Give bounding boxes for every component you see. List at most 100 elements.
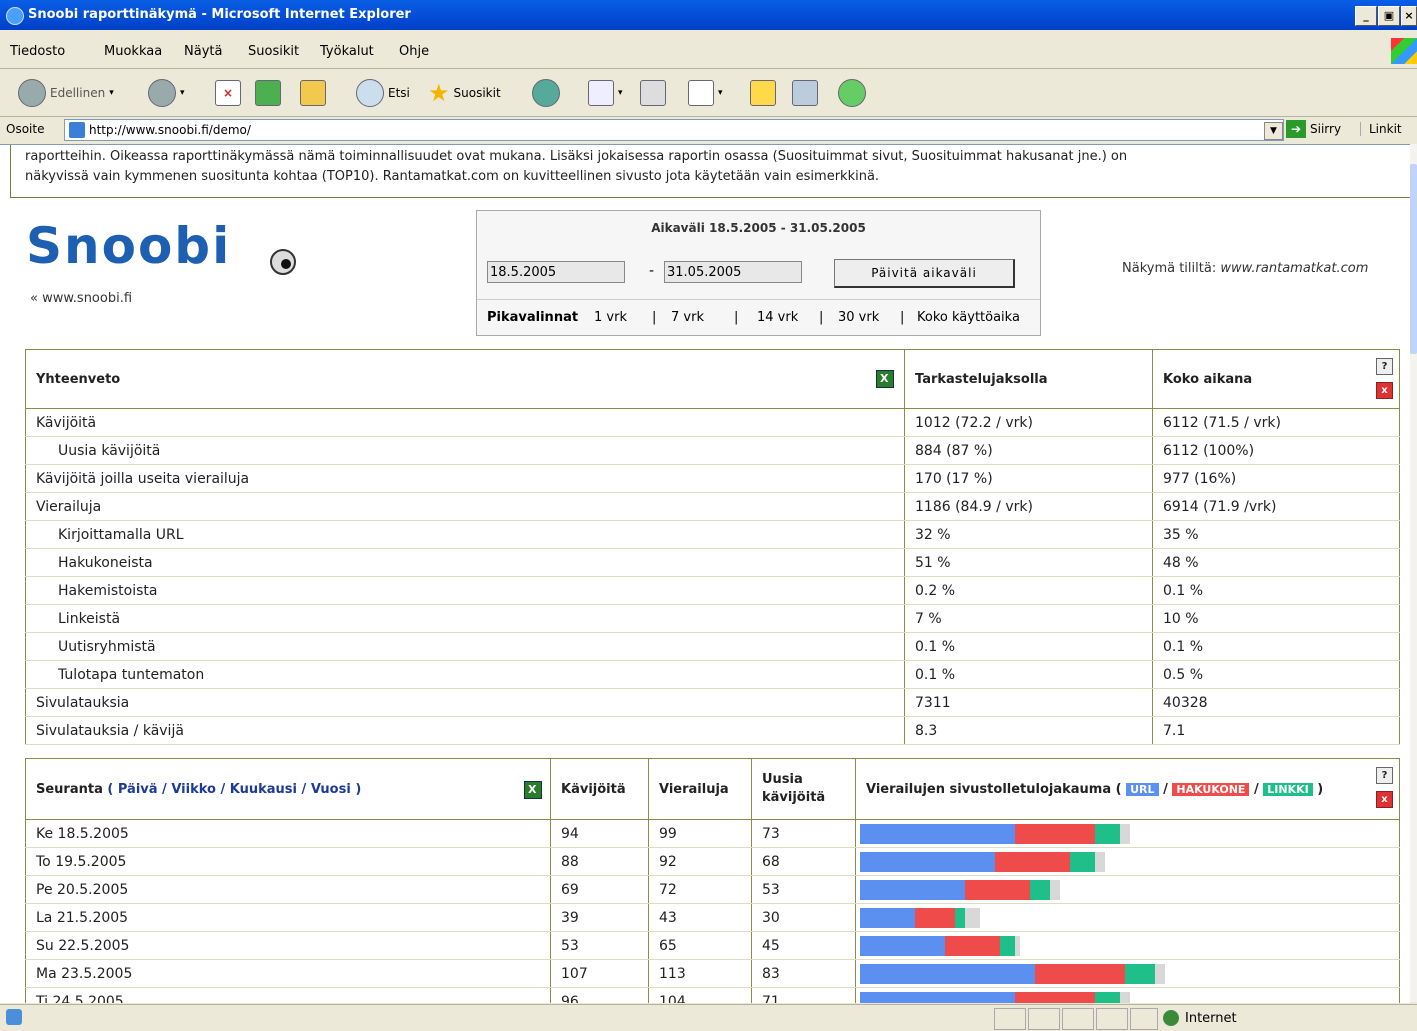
links-button[interactable]: Linkit [1360, 122, 1402, 136]
summary-row: Uusia kävijöitä 884 (87 %) 6112 (100%) [25, 436, 1400, 465]
print-button[interactable] [640, 78, 666, 108]
summary-label: Kirjoittamalla URL [25, 520, 905, 549]
end-date-input[interactable]: 31.05.2005 [664, 261, 802, 283]
menu-bar: Tiedosto Muokkaa Näytä Suosikit Työkalut… [0, 34, 1417, 69]
summary-alltime-value: 7.1 [1152, 716, 1400, 745]
legend-link: LINKKI [1263, 782, 1313, 796]
summary-period-value: 0.1 % [904, 632, 1153, 661]
bar-segment-search [915, 907, 955, 928]
minimize-button[interactable]: _ [1355, 6, 1377, 26]
quick-alltime[interactable]: Koko käyttöaika [917, 310, 1020, 325]
quick-14days[interactable]: 14 vrk [757, 310, 798, 325]
excel-export-icon[interactable] [524, 781, 542, 799]
bar-segment-url [860, 823, 1015, 844]
tracking-visitors-cell: 53 [550, 931, 649, 960]
period-header: Tarkastelujaksolla [904, 349, 1153, 409]
forward-button[interactable]: ▾ [148, 78, 185, 108]
bar-segment-link [1030, 879, 1050, 900]
stop-icon: × [215, 80, 241, 106]
table-row: To 19.5.2005 88 92 68 [25, 847, 1400, 876]
forward-arrow-icon [148, 79, 176, 107]
messenger-button[interactable] [838, 78, 866, 108]
distribution-bar [860, 907, 1399, 928]
help-icon[interactable]: ? [1376, 358, 1393, 375]
summary-row: Hakemistoista 0.2 % 0.1 % [25, 576, 1400, 605]
scrollbar-thumb[interactable] [1410, 164, 1417, 354]
favorites-button[interactable]: ★ Suosikit [428, 78, 501, 108]
date-range-box: Aikaväli 18.5.2005 - 31.05.2005 18.5.200… [476, 210, 1041, 336]
address-input[interactable]: http://www.snoobi.fi/demo/ ▼ [64, 119, 1284, 141]
nav-week[interactable]: Viikko [171, 782, 216, 797]
bar-segment-link [1070, 851, 1095, 872]
notes-button[interactable] [750, 78, 776, 108]
start-date-input[interactable]: 18.5.2005 [487, 261, 625, 283]
star-icon: ★ [428, 79, 450, 107]
quick-30days[interactable]: 30 vrk [838, 310, 879, 325]
home-button[interactable] [300, 78, 326, 108]
summary-row: Tulotapa tuntematon 0.1 % 0.5 % [25, 660, 1400, 689]
tracking-visitors-cell: 96 [550, 987, 649, 1003]
edit-button[interactable]: ▾ [688, 78, 723, 108]
vertical-scrollbar[interactable] [1410, 144, 1417, 1002]
update-range-button[interactable]: Päivitä aikaväli [834, 259, 1015, 288]
tracking-new-cell: 53 [751, 875, 856, 904]
tracking-header: Seuranta ( Päivä / Viikko / Kuukausi / V… [25, 758, 551, 820]
close-icon[interactable]: x [1376, 791, 1393, 808]
table-row: Ti 24.5.2005 96 104 71 [25, 987, 1400, 1003]
nav-year[interactable]: Vuosi [311, 782, 351, 797]
tracking-visits-cell: 92 [648, 847, 752, 876]
tracking-date-cell: Ma 23.5.2005 [25, 959, 551, 988]
maximize-button[interactable]: ▣ [1378, 6, 1400, 26]
menu-favorites[interactable]: Suosikit [248, 44, 299, 59]
bar-segment-other [965, 907, 980, 928]
menu-help[interactable]: Ohje [399, 44, 429, 59]
bar-segment-link [1095, 991, 1120, 1003]
menu-file[interactable]: Tiedosto [10, 44, 65, 59]
menu-view[interactable]: Näytä [184, 44, 222, 59]
close-icon[interactable]: x [1376, 382, 1393, 399]
bar-segment-url [860, 851, 995, 872]
distribution-cell [855, 903, 1400, 932]
distribution-bar [860, 935, 1399, 956]
summary-period-value: 7311 [904, 688, 1153, 717]
mail-button[interactable]: ▾ [588, 78, 623, 108]
window-title: Snoobi raporttinäkymä - Microsoft Intern… [28, 7, 411, 22]
go-button[interactable]: ➔ Siirry [1286, 120, 1341, 138]
excel-export-icon[interactable] [876, 370, 894, 388]
chevron-down-icon: ▾ [718, 88, 723, 98]
history-button[interactable] [532, 78, 560, 108]
tracking-new-cell: 73 [751, 819, 856, 848]
menu-edit[interactable]: Muokkaa [104, 44, 162, 59]
address-dropdown-button[interactable]: ▼ [1264, 122, 1283, 140]
summary-period-value: 884 (87 %) [904, 436, 1153, 465]
new-visitors-header: Uusia kävijöitä [751, 758, 856, 820]
research-icon [792, 80, 818, 106]
nav-day[interactable]: Päivä [118, 782, 158, 797]
tracking-visits-cell: 99 [648, 819, 752, 848]
refresh-button[interactable] [255, 78, 281, 108]
bar-segment-link [1125, 963, 1155, 984]
quick-1day[interactable]: 1 vrk [594, 310, 627, 325]
print-icon [640, 80, 666, 106]
tracking-visits-cell: 113 [648, 959, 752, 988]
distribution-cell [855, 875, 1400, 904]
search-button[interactable]: Etsi [356, 78, 410, 108]
security-zone: Internet [1163, 1010, 1237, 1026]
help-icon[interactable]: ? [1376, 767, 1393, 784]
tracking-date-cell: Ti 24.5.2005 [25, 987, 551, 1003]
quick-7days[interactable]: 7 vrk [671, 310, 704, 325]
nav-month[interactable]: Kuukausi [230, 782, 297, 797]
close-button[interactable]: × [1401, 6, 1417, 26]
menu-tools[interactable]: Työkalut [320, 44, 374, 59]
stop-button[interactable]: × [215, 78, 241, 108]
home-link[interactable]: « www.snoobi.fi [30, 291, 132, 306]
research-button[interactable] [792, 78, 818, 108]
tracking-new-cell: 71 [751, 987, 856, 1003]
summary-label: Kävijöitä [25, 408, 905, 437]
back-button[interactable]: Edellinen ▾ [18, 78, 114, 108]
bar-segment-link [1000, 935, 1015, 956]
distribution-header: Vierailujen sivustolletulojakauma ( URL … [855, 758, 1400, 820]
tracking-new-cell: 30 [751, 903, 856, 932]
intro-text: raportteihin. Oikeassa raporttinäkymässä… [10, 145, 1410, 198]
tracking-date-cell: To 19.5.2005 [25, 847, 551, 876]
